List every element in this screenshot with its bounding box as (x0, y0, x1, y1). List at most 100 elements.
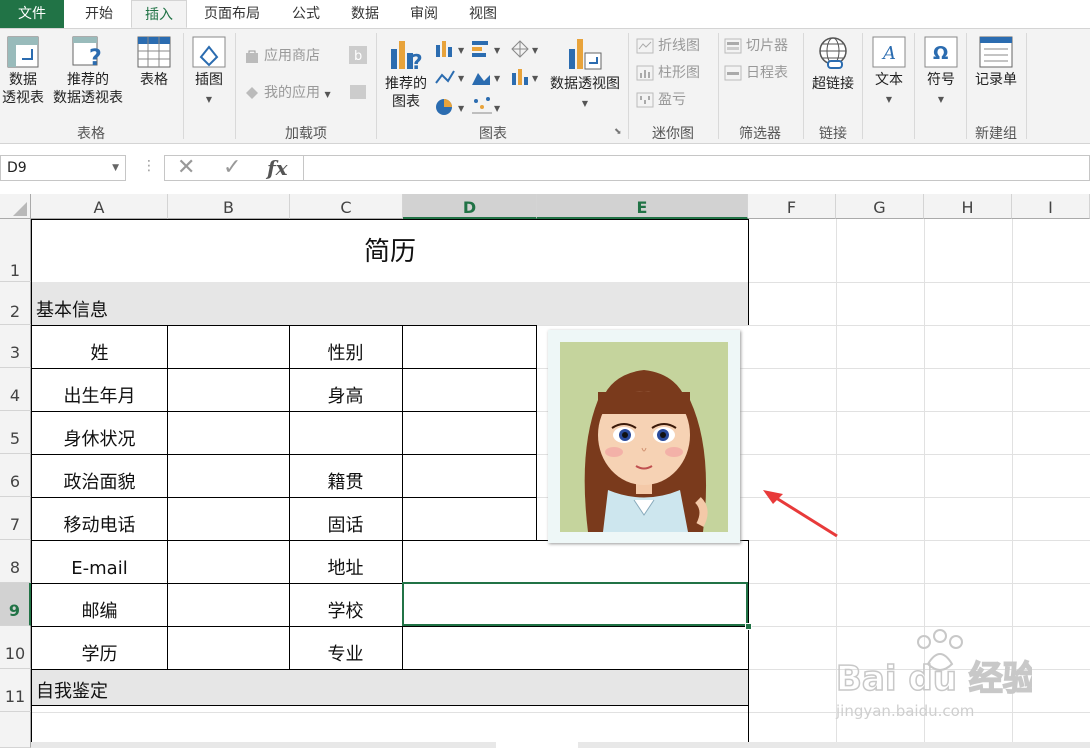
column-header-c[interactable]: C (290, 194, 403, 219)
sparkline-winloss-button[interactable]: 盈亏 (636, 89, 686, 111)
enter-check-icon[interactable]: ✓ (223, 156, 241, 180)
timeline-button[interactable]: 日程表 (724, 62, 788, 84)
tab-formulas[interactable]: 公式 (279, 0, 333, 28)
form-button[interactable]: 记录单 (970, 35, 1022, 89)
name-box-dropdown-icon[interactable]: ▼ (112, 156, 119, 180)
sparkline-column-button[interactable]: 柱形图 (636, 62, 700, 84)
row-header-1[interactable]: 1 (0, 219, 31, 282)
row-header-2[interactable]: 2 (0, 282, 31, 325)
illustrations-button[interactable]: 插图 ▼ (188, 35, 230, 109)
column-header-h[interactable]: H (924, 194, 1012, 219)
tab-page-layout[interactable]: 页面布局 (193, 0, 271, 28)
cell-d4[interactable] (402, 368, 537, 412)
row-header-3[interactable]: 3 (0, 325, 31, 368)
cell-c9[interactable]: 学校 (289, 583, 403, 627)
cell-a8[interactable]: E-mail (31, 540, 168, 584)
cell-a4[interactable]: 出生年月 (31, 368, 168, 412)
cell-d5[interactable] (402, 411, 537, 455)
row-header-5[interactable]: 5 (0, 411, 31, 454)
cell-a3[interactable]: 姓 (31, 325, 168, 369)
group-separator (376, 33, 377, 139)
section-basic-info[interactable]: 基本信息 (31, 282, 749, 325)
cell-c4[interactable]: 身高 (289, 368, 403, 412)
cell-b6[interactable] (167, 454, 290, 498)
cell-b3[interactable] (167, 325, 290, 369)
tab-insert[interactable]: 插入 (131, 0, 187, 28)
self-assessment-cell[interactable] (31, 706, 749, 742)
fill-handle[interactable] (745, 623, 752, 630)
cell-a10[interactable]: 学历 (31, 626, 168, 670)
resume-title[interactable]: 简历 (31, 219, 749, 283)
portrait-photo[interactable] (548, 330, 740, 543)
cell-d7[interactable] (402, 497, 537, 541)
row-header-10[interactable]: 10 (0, 626, 31, 669)
insert-function-icon[interactable]: fx (267, 156, 288, 180)
app-store-button[interactable]: 应用商店 (244, 45, 320, 67)
bing-icon[interactable]: b (348, 45, 368, 67)
row-header-8[interactable]: 8 (0, 540, 31, 583)
tab-data[interactable]: 数据 (338, 0, 392, 28)
row-header-7[interactable]: 7 (0, 497, 31, 540)
cell-de8[interactable] (402, 540, 749, 584)
column-header-b[interactable]: B (168, 194, 290, 219)
column-header-i[interactable]: I (1012, 194, 1090, 219)
column-header-f[interactable]: F (748, 194, 836, 219)
worksheet-grid[interactable]: A B C D E F G H I 1 2 3 4 5 6 7 8 9 10 1… (0, 194, 1090, 748)
select-all-corner[interactable] (0, 194, 31, 219)
recommended-charts-label: 推荐的 图表 (385, 76, 427, 110)
row-header-4[interactable]: 4 (0, 368, 31, 411)
people-graph-icon[interactable] (348, 82, 368, 104)
slicer-button[interactable]: 切片器 (724, 35, 788, 57)
cell-d3[interactable] (402, 325, 537, 369)
tab-view[interactable]: 视图 (456, 0, 510, 28)
name-box[interactable]: D9 ▼ (0, 155, 126, 181)
cell-a6[interactable]: 政治面貌 (31, 454, 168, 498)
hyperlink-button[interactable]: 超链接 (806, 35, 860, 93)
cell-b5[interactable] (167, 411, 290, 455)
cell-c3[interactable]: 性别 (289, 325, 403, 369)
sparkline-line-button[interactable]: 折线图 (636, 35, 700, 57)
cell-c8[interactable]: 地址 (289, 540, 403, 584)
cell-b7[interactable] (167, 497, 290, 541)
cell-b8[interactable] (167, 540, 290, 584)
pivot-table-button[interactable]: 数据 透视表 (0, 35, 46, 107)
column-header-e[interactable]: E (537, 194, 748, 219)
cell-d6[interactable] (402, 454, 537, 498)
cell-de10[interactable] (402, 626, 749, 670)
table-button[interactable]: 表格 (132, 35, 176, 89)
tab-review[interactable]: 审阅 (397, 0, 451, 28)
row-header-6[interactable]: 6 (0, 454, 31, 497)
column-header-d[interactable]: D (403, 194, 537, 219)
formula-input[interactable] (304, 155, 1090, 181)
horizontal-scrollbar[interactable] (578, 742, 1090, 748)
cancel-icon[interactable]: ✕ (177, 156, 195, 180)
cell-b9[interactable] (167, 583, 290, 627)
row-header-9[interactable]: 9 (0, 583, 31, 626)
text-button[interactable]: A 文本 ▼ (866, 35, 912, 109)
cell-c6[interactable]: 籍贯 (289, 454, 403, 498)
dialog-launcher-icon[interactable]: ⬊ (614, 127, 622, 137)
recommended-pivot-button[interactable]: ? 推荐的 数据透视表 (48, 35, 128, 107)
cell-c10[interactable]: 专业 (289, 626, 403, 670)
cell-a9[interactable]: 邮编 (31, 583, 168, 627)
column-header-a[interactable]: A (31, 194, 168, 219)
row-header-12[interactable] (0, 712, 31, 748)
tab-home[interactable]: 开始 (70, 0, 128, 28)
my-apps-button[interactable]: 我的应用 ▼ (244, 82, 331, 104)
cell-c5[interactable] (289, 411, 403, 455)
symbols-button[interactable]: Ω 符号 ▼ (918, 35, 964, 109)
row-header-11[interactable]: 11 (0, 669, 31, 712)
cell-b4[interactable] (167, 368, 290, 412)
pivot-chart-label: 数据透视图 (550, 76, 620, 92)
section-self-assessment[interactable]: 自我鉴定 (31, 669, 749, 706)
recommended-charts-button[interactable]: ? 推荐的 图表 (380, 35, 432, 111)
cell-a5[interactable]: 身休状况 (31, 411, 168, 455)
cell-b10[interactable] (167, 626, 290, 670)
cell-c7[interactable]: 固话 (289, 497, 403, 541)
selected-cell-d9[interactable] (402, 582, 748, 626)
tab-file[interactable]: 文件 (0, 0, 64, 28)
cell-a7[interactable]: 移动电话 (31, 497, 168, 541)
sheet-tab-strip[interactable] (31, 742, 496, 748)
column-header-g[interactable]: G (836, 194, 924, 219)
pivot-chart-button[interactable]: 数据透视图 ▼ (545, 35, 625, 113)
